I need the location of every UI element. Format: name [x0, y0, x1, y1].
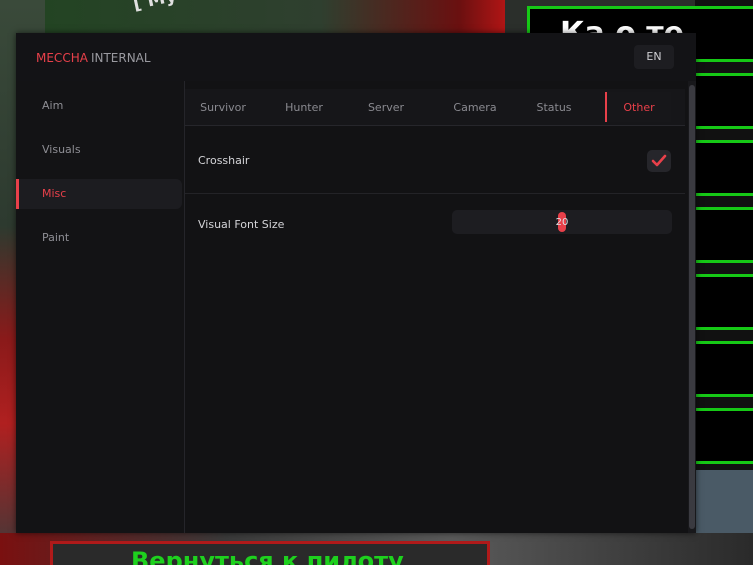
background-top-banner: [ Му 3D-моде й уровн — [45, 0, 505, 34]
brand-logo: MECCHA INTERNAL — [36, 51, 151, 65]
sidebar-item-paint[interactable]: Paint — [16, 223, 182, 253]
tab-survivor[interactable]: Survivor — [193, 89, 253, 125]
tab-camera[interactable]: Camera — [445, 89, 505, 125]
tab-hunter[interactable]: Hunter — [277, 89, 331, 125]
setting-row-visual-font-size: Visual Font Size 20 — [185, 193, 685, 257]
content-panel: Survivor Hunter Server Camera Status Oth… — [185, 81, 696, 533]
tab-server[interactable]: Server — [359, 89, 413, 125]
checkmark-icon — [651, 154, 667, 167]
tab-status[interactable]: Status — [528, 89, 580, 125]
titlebar: MECCHA INTERNAL EN — [16, 33, 696, 82]
sidebar: Aim Visuals Misc Paint — [16, 81, 185, 533]
visual-font-size-slider[interactable]: 20 — [452, 210, 672, 234]
slider-value: 20 — [555, 217, 569, 228]
brand-secondary: INTERNAL — [90, 51, 151, 65]
brand-primary: MECCHA — [36, 51, 88, 65]
language-button[interactable]: EN — [634, 45, 674, 69]
background-top-text: [ Му 3D-моде й уровн — [131, 0, 356, 15]
crosshair-checkbox[interactable] — [647, 150, 671, 172]
crosshair-label: Crosshair — [198, 154, 250, 167]
sidebar-item-aim[interactable]: Aim — [16, 91, 182, 121]
setting-row-crosshair: Crosshair — [185, 129, 685, 194]
content-scrollbar[interactable] — [688, 81, 696, 533]
background-map — [695, 470, 753, 540]
visual-font-size-label: Visual Font Size — [198, 218, 285, 231]
sidebar-item-visuals[interactable]: Visuals — [16, 135, 182, 165]
meccha-window: MECCHA INTERNAL EN Aim Visuals Misc Paint… — [16, 33, 696, 533]
scrollbar-thumb[interactable] — [689, 85, 695, 529]
sidebar-item-misc[interactable]: Misc — [16, 179, 182, 209]
tab-other[interactable]: Other — [605, 92, 671, 122]
background-return-button: Вернуться к пилоту — [50, 541, 490, 565]
tab-bar: Survivor Hunter Server Camera Status Oth… — [185, 89, 685, 126]
